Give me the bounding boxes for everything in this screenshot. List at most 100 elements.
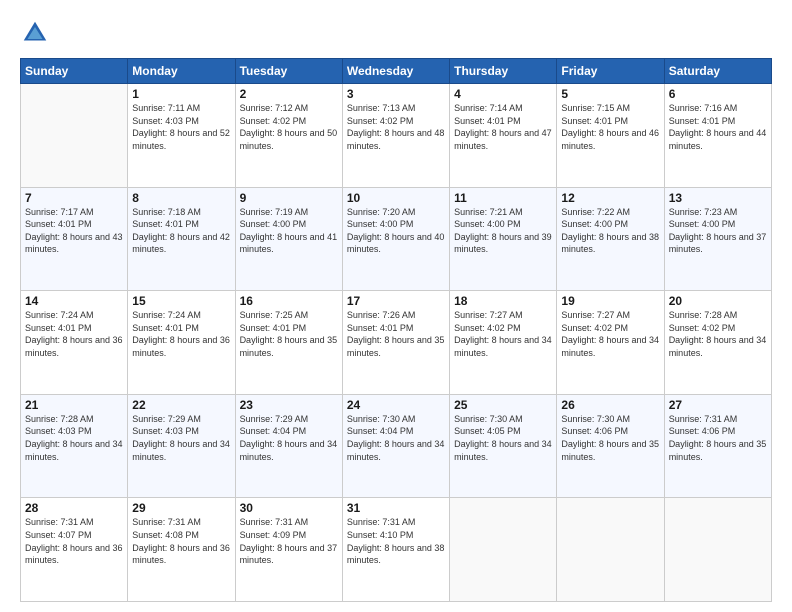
day-number: 14 (25, 294, 123, 308)
weekday-header-wednesday: Wednesday (342, 59, 449, 84)
calendar-cell: 11 Sunrise: 7:21 AM Sunset: 4:00 PM Dayl… (450, 187, 557, 291)
day-info: Sunrise: 7:11 AM Sunset: 4:03 PM Dayligh… (132, 102, 230, 152)
day-info: Sunrise: 7:26 AM Sunset: 4:01 PM Dayligh… (347, 309, 445, 359)
day-info: Sunrise: 7:23 AM Sunset: 4:00 PM Dayligh… (669, 206, 767, 256)
calendar-cell: 8 Sunrise: 7:18 AM Sunset: 4:01 PM Dayli… (128, 187, 235, 291)
day-info: Sunrise: 7:31 AM Sunset: 4:10 PM Dayligh… (347, 516, 445, 566)
day-number: 11 (454, 191, 552, 205)
weekday-header-sunday: Sunday (21, 59, 128, 84)
calendar-header: SundayMondayTuesdayWednesdayThursdayFrid… (21, 59, 772, 84)
day-number: 18 (454, 294, 552, 308)
day-number: 3 (347, 87, 445, 101)
calendar-cell: 2 Sunrise: 7:12 AM Sunset: 4:02 PM Dayli… (235, 84, 342, 188)
week-row-1: 1 Sunrise: 7:11 AM Sunset: 4:03 PM Dayli… (21, 84, 772, 188)
week-row-4: 21 Sunrise: 7:28 AM Sunset: 4:03 PM Dayl… (21, 394, 772, 498)
calendar-cell: 7 Sunrise: 7:17 AM Sunset: 4:01 PM Dayli… (21, 187, 128, 291)
calendar-cell: 30 Sunrise: 7:31 AM Sunset: 4:09 PM Dayl… (235, 498, 342, 602)
calendar-cell: 22 Sunrise: 7:29 AM Sunset: 4:03 PM Dayl… (128, 394, 235, 498)
day-info: Sunrise: 7:20 AM Sunset: 4:00 PM Dayligh… (347, 206, 445, 256)
day-info: Sunrise: 7:19 AM Sunset: 4:00 PM Dayligh… (240, 206, 338, 256)
calendar-cell: 10 Sunrise: 7:20 AM Sunset: 4:00 PM Dayl… (342, 187, 449, 291)
day-number: 17 (347, 294, 445, 308)
day-number: 30 (240, 501, 338, 515)
calendar-cell (557, 498, 664, 602)
day-number: 1 (132, 87, 230, 101)
calendar-cell (450, 498, 557, 602)
day-number: 28 (25, 501, 123, 515)
week-row-2: 7 Sunrise: 7:17 AM Sunset: 4:01 PM Dayli… (21, 187, 772, 291)
calendar-cell: 29 Sunrise: 7:31 AM Sunset: 4:08 PM Dayl… (128, 498, 235, 602)
calendar-cell: 20 Sunrise: 7:28 AM Sunset: 4:02 PM Dayl… (664, 291, 771, 395)
day-number: 4 (454, 87, 552, 101)
day-number: 10 (347, 191, 445, 205)
day-number: 24 (347, 398, 445, 412)
weekday-header-monday: Monday (128, 59, 235, 84)
day-info: Sunrise: 7:12 AM Sunset: 4:02 PM Dayligh… (240, 102, 338, 152)
day-info: Sunrise: 7:27 AM Sunset: 4:02 PM Dayligh… (561, 309, 659, 359)
header (20, 18, 772, 48)
calendar-cell: 3 Sunrise: 7:13 AM Sunset: 4:02 PM Dayli… (342, 84, 449, 188)
weekday-header-saturday: Saturday (664, 59, 771, 84)
calendar-cell: 18 Sunrise: 7:27 AM Sunset: 4:02 PM Dayl… (450, 291, 557, 395)
day-info: Sunrise: 7:28 AM Sunset: 4:02 PM Dayligh… (669, 309, 767, 359)
calendar-cell: 27 Sunrise: 7:31 AM Sunset: 4:06 PM Dayl… (664, 394, 771, 498)
calendar-cell: 17 Sunrise: 7:26 AM Sunset: 4:01 PM Dayl… (342, 291, 449, 395)
day-info: Sunrise: 7:30 AM Sunset: 4:05 PM Dayligh… (454, 413, 552, 463)
calendar-cell: 28 Sunrise: 7:31 AM Sunset: 4:07 PM Dayl… (21, 498, 128, 602)
day-info: Sunrise: 7:15 AM Sunset: 4:01 PM Dayligh… (561, 102, 659, 152)
weekday-row: SundayMondayTuesdayWednesdayThursdayFrid… (21, 59, 772, 84)
weekday-header-friday: Friday (557, 59, 664, 84)
page: SundayMondayTuesdayWednesdayThursdayFrid… (0, 0, 792, 612)
weekday-header-tuesday: Tuesday (235, 59, 342, 84)
day-info: Sunrise: 7:13 AM Sunset: 4:02 PM Dayligh… (347, 102, 445, 152)
day-number: 16 (240, 294, 338, 308)
day-number: 7 (25, 191, 123, 205)
day-info: Sunrise: 7:21 AM Sunset: 4:00 PM Dayligh… (454, 206, 552, 256)
calendar: SundayMondayTuesdayWednesdayThursdayFrid… (20, 58, 772, 602)
day-number: 31 (347, 501, 445, 515)
day-info: Sunrise: 7:17 AM Sunset: 4:01 PM Dayligh… (25, 206, 123, 256)
calendar-cell: 4 Sunrise: 7:14 AM Sunset: 4:01 PM Dayli… (450, 84, 557, 188)
day-info: Sunrise: 7:14 AM Sunset: 4:01 PM Dayligh… (454, 102, 552, 152)
day-info: Sunrise: 7:31 AM Sunset: 4:07 PM Dayligh… (25, 516, 123, 566)
calendar-cell: 24 Sunrise: 7:30 AM Sunset: 4:04 PM Dayl… (342, 394, 449, 498)
day-info: Sunrise: 7:30 AM Sunset: 4:06 PM Dayligh… (561, 413, 659, 463)
calendar-cell: 12 Sunrise: 7:22 AM Sunset: 4:00 PM Dayl… (557, 187, 664, 291)
day-info: Sunrise: 7:22 AM Sunset: 4:00 PM Dayligh… (561, 206, 659, 256)
day-number: 5 (561, 87, 659, 101)
calendar-cell (21, 84, 128, 188)
calendar-cell: 23 Sunrise: 7:29 AM Sunset: 4:04 PM Dayl… (235, 394, 342, 498)
day-number: 8 (132, 191, 230, 205)
day-info: Sunrise: 7:24 AM Sunset: 4:01 PM Dayligh… (25, 309, 123, 359)
day-number: 22 (132, 398, 230, 412)
day-info: Sunrise: 7:25 AM Sunset: 4:01 PM Dayligh… (240, 309, 338, 359)
calendar-cell: 21 Sunrise: 7:28 AM Sunset: 4:03 PM Dayl… (21, 394, 128, 498)
day-number: 13 (669, 191, 767, 205)
calendar-cell: 25 Sunrise: 7:30 AM Sunset: 4:05 PM Dayl… (450, 394, 557, 498)
day-number: 23 (240, 398, 338, 412)
day-number: 6 (669, 87, 767, 101)
day-number: 21 (25, 398, 123, 412)
calendar-cell: 15 Sunrise: 7:24 AM Sunset: 4:01 PM Dayl… (128, 291, 235, 395)
day-number: 9 (240, 191, 338, 205)
day-info: Sunrise: 7:24 AM Sunset: 4:01 PM Dayligh… (132, 309, 230, 359)
day-info: Sunrise: 7:28 AM Sunset: 4:03 PM Dayligh… (25, 413, 123, 463)
day-number: 25 (454, 398, 552, 412)
calendar-cell: 5 Sunrise: 7:15 AM Sunset: 4:01 PM Dayli… (557, 84, 664, 188)
week-row-3: 14 Sunrise: 7:24 AM Sunset: 4:01 PM Dayl… (21, 291, 772, 395)
calendar-cell: 19 Sunrise: 7:27 AM Sunset: 4:02 PM Dayl… (557, 291, 664, 395)
day-number: 29 (132, 501, 230, 515)
logo (20, 18, 54, 48)
day-info: Sunrise: 7:31 AM Sunset: 4:08 PM Dayligh… (132, 516, 230, 566)
day-number: 19 (561, 294, 659, 308)
day-info: Sunrise: 7:16 AM Sunset: 4:01 PM Dayligh… (669, 102, 767, 152)
weekday-header-thursday: Thursday (450, 59, 557, 84)
calendar-cell: 26 Sunrise: 7:30 AM Sunset: 4:06 PM Dayl… (557, 394, 664, 498)
calendar-cell: 6 Sunrise: 7:16 AM Sunset: 4:01 PM Dayli… (664, 84, 771, 188)
day-number: 20 (669, 294, 767, 308)
calendar-cell: 14 Sunrise: 7:24 AM Sunset: 4:01 PM Dayl… (21, 291, 128, 395)
day-number: 27 (669, 398, 767, 412)
day-info: Sunrise: 7:31 AM Sunset: 4:09 PM Dayligh… (240, 516, 338, 566)
calendar-cell: 31 Sunrise: 7:31 AM Sunset: 4:10 PM Dayl… (342, 498, 449, 602)
day-info: Sunrise: 7:29 AM Sunset: 4:03 PM Dayligh… (132, 413, 230, 463)
